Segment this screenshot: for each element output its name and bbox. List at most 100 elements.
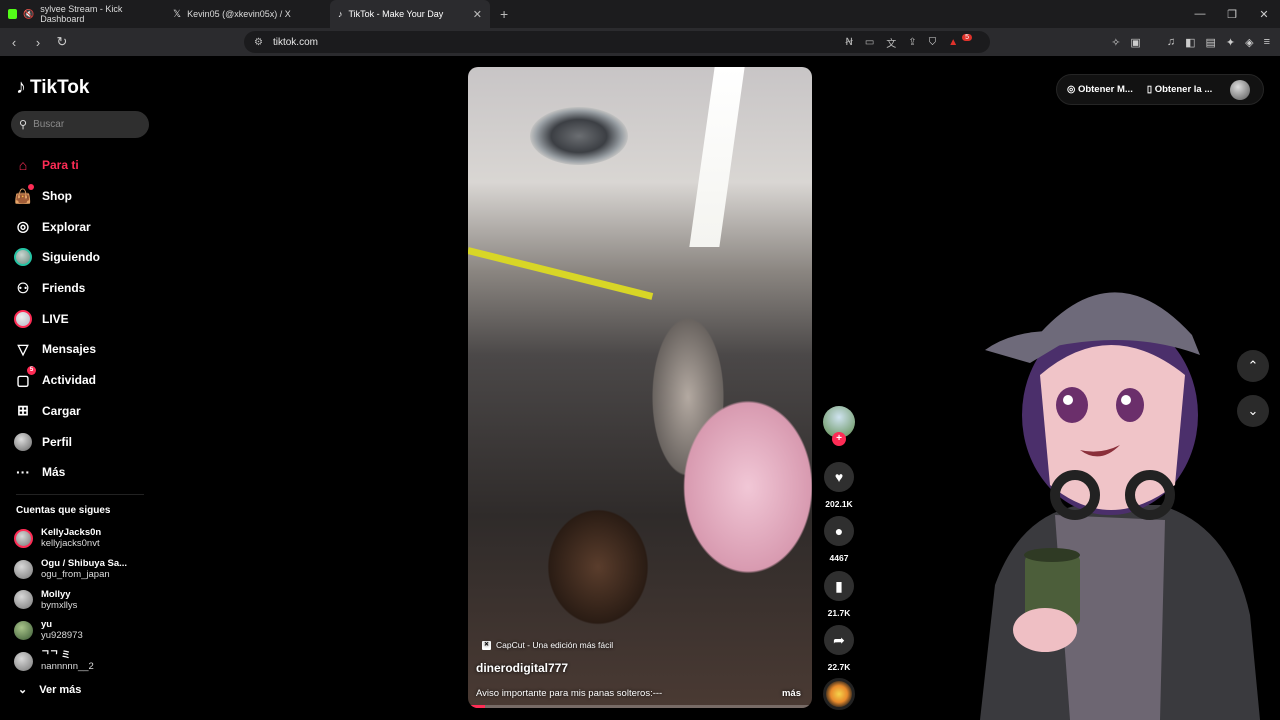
- menu-label: Mensajes: [42, 342, 97, 357]
- video-content: [468, 247, 654, 300]
- menu-label: Shop: [42, 189, 72, 204]
- back-icon[interactable]: ‹: [4, 35, 24, 50]
- tab-x[interactable]: 𝕏 Kevin05 (@xkevin05x) / X: [165, 0, 330, 28]
- heart-icon[interactable]: ♥: [824, 462, 854, 492]
- get-coins-button[interactable]: ◎ Obtener M...: [1067, 84, 1133, 95]
- following-name: ᄀᄀ ミ: [41, 650, 71, 662]
- menu-explorar[interactable]: ◎ Explorar: [14, 211, 100, 242]
- close-tab-icon[interactable]: ✕: [473, 8, 482, 21]
- vtuber-avatar-overlay: [980, 292, 1260, 720]
- following-item[interactable]: KellyJacks0n kellyjacks0nvt: [14, 523, 127, 554]
- menu-label: Siguiendo: [42, 250, 100, 265]
- minimize-icon[interactable]: —: [1184, 8, 1216, 20]
- tiktok-note-icon: ♪: [16, 76, 26, 98]
- chevron-down-icon: ⌄: [18, 684, 28, 696]
- share-action[interactable]: ➦ 22.7K: [822, 625, 856, 672]
- translate-icon[interactable]: 文: [886, 35, 896, 50]
- tab-kick[interactable]: 🔇 sylvee Stream - Kick Dashboard: [0, 0, 165, 28]
- live-avatar: [14, 309, 32, 328]
- following-item[interactable]: ᄀᄀ ミ nannnnn__2: [14, 646, 127, 677]
- following-avatar: [14, 248, 32, 267]
- save-action[interactable]: ▮ 21.7K: [822, 571, 856, 618]
- capcut-text: CapCut - Una edición más fácil: [496, 640, 614, 650]
- reload-icon[interactable]: ↻: [52, 34, 72, 50]
- vpn-icon[interactable]: ◈: [1245, 36, 1253, 49]
- sidebar-icon[interactable]: ◧: [1185, 36, 1195, 49]
- search-input[interactable]: ⚲ Buscar: [11, 111, 149, 138]
- comment-action[interactable]: ● 4467: [822, 516, 856, 563]
- following-list: KellyJacks0n kellyjacks0nvt Ogu / Shibuya…: [14, 523, 127, 676]
- creator-avatar[interactable]: +: [823, 406, 855, 446]
- screenshot-icon[interactable]: ▣: [1130, 36, 1140, 49]
- video-progress-bar[interactable]: [468, 705, 812, 708]
- menu-label: LIVE: [42, 311, 69, 326]
- url-bar[interactable]: ⚙ tiktok.com Ꞥ ▭ 文 ⇪ ⛉ ▲ 5: [244, 31, 990, 53]
- capcut-label[interactable]: ✕ CapCut - Una edición más fácil: [482, 640, 613, 650]
- mute-icon[interactable]: 🔇: [23, 9, 34, 20]
- video-content: [530, 107, 628, 165]
- progress-fill: [468, 705, 486, 708]
- comment-icon[interactable]: ●: [824, 516, 854, 546]
- music-disc-icon[interactable]: [823, 678, 855, 710]
- avatar: [14, 620, 33, 640]
- following-handle: bymxllys: [41, 599, 78, 611]
- friends-icon: ⚇: [16, 279, 30, 296]
- url-text[interactable]: tiktok.com: [273, 37, 318, 48]
- media-icon[interactable]: ♫: [1167, 36, 1175, 48]
- extensions-icon[interactable]: ✧: [1111, 36, 1120, 49]
- bookmark-icon[interactable]: ▮: [824, 571, 854, 601]
- menu-actividad[interactable]: ▢ 5 Actividad: [14, 365, 100, 396]
- share-arrow-icon[interactable]: ➦: [824, 625, 854, 655]
- follow-plus-icon[interactable]: +: [832, 432, 846, 446]
- menu-mensajes[interactable]: ▽ Mensajes: [14, 334, 100, 365]
- following-handle: ogu_from_japan: [41, 569, 110, 581]
- tab-tiktok[interactable]: ♪ TikTok - Make Your Day ✕: [330, 0, 490, 28]
- tiktok-logo[interactable]: ♪ TikTok: [16, 76, 89, 99]
- menu-cargar[interactable]: ⊞ Cargar: [14, 396, 100, 427]
- video-actions: + ♥ 202.1K ● 4467 ▮ 21.7K ➦ 22.7K: [822, 406, 856, 710]
- user-avatar[interactable]: [1230, 79, 1251, 100]
- cast-icon[interactable]: ▭: [865, 37, 874, 48]
- see-more-button[interactable]: ⌄ Ver más: [18, 683, 81, 697]
- more-button[interactable]: más: [782, 688, 801, 699]
- new-tab-icon[interactable]: +: [500, 6, 508, 22]
- leo-ai-icon[interactable]: ✦: [1226, 36, 1235, 49]
- avatar: [14, 559, 33, 579]
- forward-icon[interactable]: ›: [28, 35, 48, 50]
- send-icon: ▽: [17, 340, 29, 357]
- site-info-icon[interactable]: ⚙: [254, 37, 263, 48]
- coin-icon: ◎: [1067, 84, 1078, 95]
- tab-title: sylvee Stream - Kick Dashboard: [40, 4, 123, 24]
- menu-live[interactable]: LIVE: [14, 303, 100, 334]
- restore-icon[interactable]: ❐: [1216, 8, 1248, 21]
- following-item[interactable]: Mollyy bymxllys: [14, 584, 127, 615]
- brave-shield-icon[interactable]: ⛉: [929, 37, 937, 48]
- menu-shop[interactable]: 👜 Shop: [14, 181, 100, 212]
- tab-title: Kevin05 (@xkevin05x) / X: [187, 9, 291, 19]
- menu-perfil[interactable]: Perfil: [14, 426, 100, 457]
- following-name: Ogu / Shibuya Sa...: [41, 558, 128, 570]
- menu-mas[interactable]: ··· Más: [14, 457, 100, 488]
- following-handle: kellyjacks0nvt: [41, 538, 100, 550]
- following-item[interactable]: Ogu / Shibuya Sa... ogu_from_japan: [14, 554, 127, 585]
- shop-dot: [28, 184, 34, 191]
- wallet-icon[interactable]: ▤: [1205, 36, 1215, 49]
- menu-icon[interactable]: ≡: [1264, 36, 1270, 48]
- video-content: [689, 67, 745, 247]
- get-app-button[interactable]: ▯ Obtener la ...: [1147, 84, 1212, 95]
- menu-label: Explorar: [42, 219, 91, 234]
- search-placeholder: Buscar: [33, 119, 65, 130]
- menu-friends[interactable]: ⚇ Friends: [14, 273, 100, 304]
- brave-rewards-icon[interactable]: ▲: [948, 37, 958, 48]
- like-action[interactable]: ♥ 202.1K: [822, 462, 856, 509]
- menu-siguiendo[interactable]: Siguiendo: [14, 242, 100, 273]
- menu-para-ti[interactable]: ⌂ Para ti: [14, 150, 100, 181]
- search-icon: ⚲: [19, 119, 28, 131]
- video-username[interactable]: dinerodigital777: [476, 661, 568, 675]
- reader-icon[interactable]: Ꞥ: [845, 37, 852, 48]
- following-item[interactable]: yu yu928973: [14, 615, 127, 646]
- share-icon[interactable]: ⇪: [908, 37, 916, 48]
- close-window-icon[interactable]: ✕: [1248, 8, 1280, 21]
- save-count: 21.7K: [827, 608, 851, 618]
- video-player[interactable]: ✕ CapCut - Una edición más fácil dinerod…: [468, 67, 812, 708]
